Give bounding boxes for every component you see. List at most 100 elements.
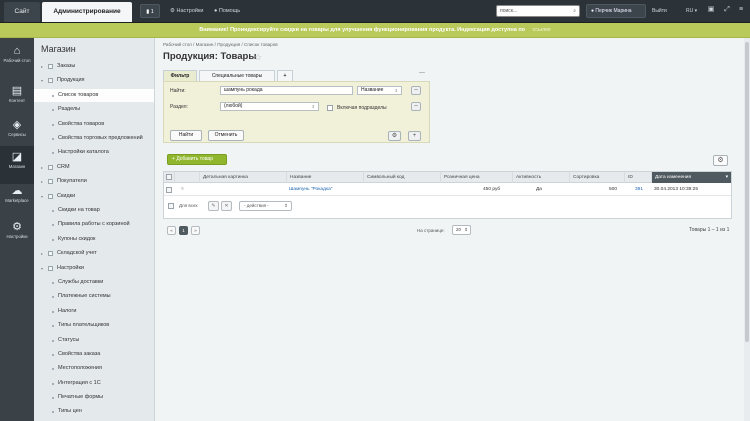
sidebar-item-payer-types[interactable]: Типы плательщиков	[34, 319, 154, 332]
sidebar-item-customers[interactable]: ▸ Покупатели	[34, 175, 154, 188]
row-menu-icon[interactable]: ≡	[181, 183, 184, 196]
minimize-icon[interactable]: —	[419, 70, 425, 76]
search-input[interactable]: поиск... ⌕	[496, 5, 580, 17]
menu-shop[interactable]: ◪ Магазин	[0, 146, 34, 184]
sidebar-item-orders[interactable]: ▸ Заказы	[34, 60, 154, 73]
remove-section-row-button[interactable]: –	[411, 102, 421, 111]
find-button[interactable]: Найти	[170, 130, 202, 141]
expand-arrow-icon[interactable]: ▸	[41, 161, 43, 174]
column-header-price[interactable]: Розничная цена	[440, 172, 512, 183]
user-menu-button[interactable]: ● Перчик Марина	[586, 4, 646, 18]
row-checkbox[interactable]	[166, 187, 172, 193]
expand-icon[interactable]: ⤢	[722, 5, 732, 15]
section-select[interactable]: (любой) ⇕	[220, 102, 319, 111]
per-page-select[interactable]: 20 ⇕	[452, 225, 471, 235]
include-subsections-checkbox[interactable]	[327, 105, 333, 111]
sidebar-item-discounts[interactable]: ▾ Скидки	[34, 190, 154, 203]
actions-select[interactable]: - действия - ⇕	[239, 201, 292, 211]
for-all-checkbox[interactable]	[168, 203, 174, 209]
filter-body: Найти: шампунь рокада Название ⇕ – Раздел…	[163, 81, 430, 143]
cancel-button[interactable]: Отменить	[208, 130, 244, 141]
menu-content[interactable]: ▤ Контент	[0, 80, 34, 118]
filter-panel: Фильтр Специальные товары + — Найти: шам…	[163, 70, 430, 143]
edit-icon[interactable]: ✎	[208, 201, 219, 211]
sidebar-item-payment-systems[interactable]: Платежные системы	[34, 290, 154, 303]
menu-desktop[interactable]: ⌂ Рабочий стол	[0, 40, 34, 78]
favorite-star-icon[interactable]: ☆	[254, 52, 262, 63]
sidebar-item-offer-properties[interactable]: Свойства торговых предложений	[34, 132, 154, 145]
sidebar-item-sections[interactable]: Разделы	[34, 103, 154, 116]
tab-site[interactable]: Сайт	[4, 2, 40, 22]
filter-settings-button[interactable]: ⚙	[388, 131, 401, 141]
column-header-name[interactable]: Название	[286, 172, 363, 183]
expand-arrow-icon[interactable]: ▸	[41, 175, 43, 188]
sidebar-item-settings[interactable]: ▾ Настройки	[34, 262, 154, 275]
select-all-checkbox[interactable]	[166, 174, 172, 180]
sidebar-item-product-properties[interactable]: Свойства товаров	[34, 118, 154, 131]
column-header-code[interactable]: Символьный код	[363, 172, 440, 183]
sidebar-item-warehouse[interactable]: ▸ Складской учет	[34, 247, 154, 260]
language-select[interactable]: RU ▾	[686, 4, 697, 18]
cell-name[interactable]: Шампунь "Рокадка"	[289, 183, 332, 196]
sidebar-item-products[interactable]: ▾ Продукция	[34, 74, 154, 87]
add-filter-field-button[interactable]: +	[408, 131, 421, 141]
sidebar-item-order-properties[interactable]: Свойства заказа	[34, 348, 154, 361]
sidebar-item-catalog-settings[interactable]: Настройки каталога	[34, 146, 154, 159]
sidebar-item-crm[interactable]: ▸ CRM	[34, 161, 154, 174]
notice-link[interactable]: ссылке	[533, 27, 551, 33]
sidebar-item-locations[interactable]: Местоположения	[34, 362, 154, 375]
sidebar-item-statuses[interactable]: Статусы	[34, 334, 154, 347]
menu-icon[interactable]: ≡	[736, 5, 746, 15]
scroll-thumb[interactable]	[745, 42, 749, 342]
expand-arrow-icon[interactable]: ▸	[41, 60, 43, 73]
help-link[interactable]: ● Помощь	[214, 4, 240, 18]
column-header-date[interactable]: Дата изменения ▾	[651, 172, 731, 183]
page-1-button[interactable]: 1	[179, 226, 188, 235]
column-header-active[interactable]: Активность	[512, 172, 569, 183]
prev-page-button[interactable]: «	[167, 226, 176, 235]
cell-id[interactable]: 391	[635, 183, 643, 196]
sidebar-item-1c-integration[interactable]: Интеграция с 1С	[34, 377, 154, 390]
menu-settings[interactable]: ⚙ Настройки	[0, 216, 34, 254]
add-product-button[interactable]: + Добавить товар	[167, 154, 227, 165]
notifications-button[interactable]: ▮ 1	[140, 4, 160, 18]
tab-filter[interactable]: Фильтр	[163, 70, 197, 81]
tab-administration[interactable]: Администрирование	[42, 2, 132, 22]
sidebar-item-delivery[interactable]: Службы доставки	[34, 276, 154, 289]
tab-special-products[interactable]: Специальные товары	[199, 70, 275, 81]
per-page-label: На странице:	[417, 228, 445, 233]
sidebar-item-price-types[interactable]: Типы цен	[34, 405, 154, 418]
sidebar-item-product-list[interactable]: Список товаров	[34, 89, 154, 102]
expand-arrow-icon[interactable]: ▸	[41, 247, 43, 260]
list-settings-button[interactable]: ⚙	[713, 155, 728, 166]
collapse-arrow-icon[interactable]: ▾	[41, 74, 43, 87]
delete-icon[interactable]: ✕	[221, 201, 232, 211]
column-header-id[interactable]: ID	[624, 172, 651, 183]
logout-link[interactable]: Выйти	[652, 4, 667, 18]
vertical-scrollbar[interactable]	[744, 38, 750, 421]
sidebar-item-label: Список товаров	[58, 92, 99, 98]
add-product-label: Добавить товар	[176, 156, 213, 162]
pin-panel-icon[interactable]: ▣	[706, 5, 716, 15]
tab-add-filter[interactable]: +	[277, 70, 293, 81]
sidebar-item-product-discounts[interactable]: Скидки на товар	[34, 204, 154, 217]
find-field-select[interactable]: Название ⇕	[357, 86, 402, 95]
search-icon[interactable]: ⌕	[573, 6, 576, 16]
sidebar-item-cart-rules[interactable]: Правила работы с корзиной	[34, 218, 154, 231]
find-input[interactable]: шампунь рокада	[220, 86, 353, 95]
sidebar-item-print-forms[interactable]: Печатные формы	[34, 391, 154, 404]
header-check-column[interactable]	[164, 172, 174, 183]
remove-find-row-button[interactable]: –	[411, 86, 421, 95]
for-all-label: Для всех	[179, 203, 198, 208]
collapse-arrow-icon[interactable]: ▾	[41, 262, 43, 275]
collapse-arrow-icon[interactable]: ▾	[41, 190, 43, 203]
next-page-button[interactable]: »	[191, 226, 200, 235]
column-header-sort[interactable]: Сортировка	[569, 172, 624, 183]
sidebar-item-coupons[interactable]: Купоны скидок	[34, 233, 154, 246]
menu-marketplace[interactable]: ☁ Marketplace	[0, 180, 34, 218]
breadcrumb[interactable]: Рабочий стол / Магазин / Продукция / Спи…	[163, 42, 278, 47]
table-row[interactable]: ≡ Шампунь "Рокадка" 450 руб Да 500 391 3…	[164, 183, 731, 196]
settings-link[interactable]: ⚙ Настройки	[170, 4, 203, 18]
column-header-image[interactable]: Детальная картинка	[199, 172, 286, 183]
sidebar-item-taxes[interactable]: Налоги	[34, 305, 154, 318]
